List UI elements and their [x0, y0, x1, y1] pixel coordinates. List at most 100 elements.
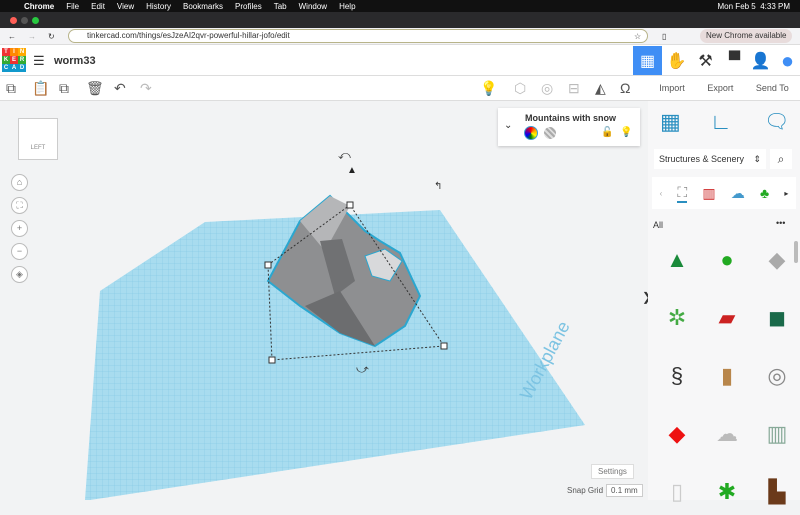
menu-profiles[interactable]: Profiles — [235, 2, 262, 11]
snap-grid-control: Snap Grid 0.1 mm — [567, 484, 643, 497]
workplane-svg[interactable]: Workplane ⤺ ▲ ⤻ ↰ — [0, 101, 648, 500]
hole-swatch-button[interactable] — [544, 127, 556, 139]
category-buildings-icon[interactable]: ▥ — [702, 185, 715, 202]
design-list-icon[interactable]: ☰ — [33, 53, 45, 69]
shape-skull-rock[interactable]: ☁ — [704, 411, 750, 457]
magnet-icon[interactable]: Ω — [620, 80, 630, 96]
fit-view-button[interactable]: ⛶ — [11, 197, 28, 214]
close-window-button[interactable] — [10, 17, 17, 24]
lock-icon[interactable]: 🔓 — [601, 127, 613, 138]
category-vehicles-icon[interactable]: ☁ — [731, 185, 745, 202]
import-button[interactable]: Import — [659, 83, 685, 93]
lego-button[interactable]: ▀ — [720, 46, 749, 75]
menu-edit[interactable]: Edit — [91, 2, 105, 11]
shape-palm[interactable]: ✱ — [704, 469, 750, 515]
rotate-handle-icon[interactable]: ⤺ — [338, 148, 351, 162]
notes-tool-icon[interactable]: 🗨 — [764, 109, 789, 134]
zoom-out-button[interactable]: − — [11, 243, 28, 260]
menu-app[interactable]: Chrome — [24, 2, 54, 11]
ortho-view-button[interactable]: ◈ — [11, 266, 28, 283]
mac-menubar: Chrome File Edit View History Bookmarks … — [0, 0, 800, 12]
back-icon[interactable]: ← — [8, 32, 16, 41]
copy-icon[interactable]: ⧉ — [6, 80, 16, 97]
shape-manhole[interactable]: ◎ — [754, 353, 800, 399]
minecraft-button[interactable]: ⚒ — [691, 46, 720, 75]
rotate-handle-icon[interactable]: ⤻ — [356, 362, 369, 376]
duplicate-icon[interactable]: ⧉ — [59, 80, 69, 97]
codeblocks-button[interactable]: ✋ — [662, 46, 691, 75]
menu-window[interactable]: Window — [299, 2, 327, 11]
menu-view[interactable]: View — [117, 2, 134, 11]
home-view-button[interactable]: ⌂ — [11, 174, 28, 191]
zoom-window-button[interactable] — [32, 17, 39, 24]
invite-user-button[interactable]: 👤 — [746, 46, 775, 75]
3d-design-view-button[interactable]: ▦ — [633, 46, 662, 75]
tinkercad-logo[interactable]: TIN KER CAD — [2, 48, 26, 72]
sidepanel-icon[interactable]: ▯ — [662, 32, 666, 41]
shape-grass-block[interactable]: ◼ — [754, 295, 800, 341]
shape-chair[interactable]: ▙ — [754, 469, 800, 515]
shape-log[interactable]: ▮ — [704, 353, 750, 399]
collapse-chevron-icon[interactable]: ⌄ — [504, 120, 512, 131]
menu-file[interactable]: File — [66, 2, 79, 11]
search-button[interactable]: ⌕ — [770, 149, 792, 169]
menu-help[interactable]: Help — [339, 2, 355, 11]
shape-category-select[interactable]: Structures & Scenery ⇕ — [654, 149, 766, 169]
category-trees-icon[interactable]: ♣ — [760, 185, 769, 201]
menu-tab[interactable]: Tab — [274, 2, 287, 11]
avatar[interactable]: ● — [773, 46, 800, 75]
shape-tower[interactable]: ▥ — [754, 411, 800, 457]
workplane-tool-icon[interactable]: ▦ — [660, 109, 681, 135]
more-options-button[interactable]: ••• — [776, 218, 785, 228]
panel-scrollbar[interactable] — [794, 241, 798, 263]
minimize-window-button[interactable] — [21, 17, 28, 24]
3d-viewport[interactable]: Workplane ⤺ ▲ ⤻ ↰ — [0, 101, 648, 500]
ungroup-icon[interactable]: ◎ — [541, 80, 553, 97]
color-swatch-button[interactable] — [524, 126, 538, 140]
shape-pine-tree[interactable]: ▲ — [654, 237, 700, 283]
design-title[interactable]: worm33 — [54, 55, 96, 67]
reload-icon[interactable]: ↻ — [48, 32, 55, 41]
logo-letter: K — [2, 56, 10, 64]
shape-inspector: ⌄ Mountains with snow 🔓 💡 — [498, 108, 640, 146]
group-icon[interactable]: ⬡ — [514, 80, 526, 97]
paste-icon[interactable]: 📋 — [32, 80, 49, 97]
mirror-icon[interactable]: ◭ — [595, 80, 606, 97]
logo-letter: T — [2, 48, 10, 56]
carousel-prev-icon[interactable]: ‹ — [660, 189, 663, 198]
carousel-next-icon[interactable]: ▸ — [784, 189, 788, 198]
send-to-button[interactable]: Send To — [756, 83, 789, 93]
clock[interactable]: Mon Feb 5 4:33 PM — [718, 2, 790, 11]
menu-bookmarks[interactable]: Bookmarks — [183, 2, 223, 11]
section-label: All — [653, 220, 664, 230]
menu-history[interactable]: History — [146, 2, 171, 11]
home-icon: ⌂ — [16, 177, 23, 187]
ruler-icon[interactable]: ↰ — [434, 181, 442, 192]
redo-icon[interactable]: ↷ — [140, 80, 152, 97]
export-button[interactable]: Export — [707, 83, 733, 93]
shape-brick-wall[interactable]: ▰ — [704, 295, 750, 341]
category-all-icon[interactable]: ⛶ — [677, 184, 688, 203]
forward-icon[interactable]: → — [28, 32, 36, 41]
shape-snowy-pine[interactable]: ✲ — [654, 295, 700, 341]
shape-door[interactable]: ▯ — [654, 469, 700, 515]
settings-button[interactable]: Settings — [591, 464, 634, 479]
undo-icon[interactable]: ↶ — [114, 80, 126, 97]
delete-icon[interactable]: 🗑 — [86, 80, 104, 97]
view-cube[interactable]: LEFT — [18, 118, 58, 160]
shape-spring[interactable]: § — [654, 353, 700, 399]
align-icon[interactable]: ⊟ — [568, 80, 580, 97]
zoom-in-button[interactable]: + — [11, 220, 28, 237]
ruler-tool-icon[interactable]: ∟ — [710, 109, 732, 135]
grid-icon: ▦ — [639, 52, 656, 70]
update-chrome-button[interactable]: New Chrome available — [700, 29, 793, 43]
lift-arrow-icon[interactable]: ▲ — [347, 165, 357, 176]
shape-round-tree[interactable]: ● — [704, 237, 750, 283]
url-input[interactable]: tinkercad.com/things/esJzeAI2qvr-powerfu… — [68, 29, 648, 43]
shape-name[interactable]: Mountains with snow — [525, 113, 616, 123]
visibility-bulb-icon[interactable]: 💡 — [620, 127, 632, 138]
lightbulb-icon[interactable]: 💡 — [480, 80, 497, 97]
bookmark-star-icon[interactable]: ☆ — [634, 32, 641, 41]
shape-red-tile[interactable]: ◆ — [654, 411, 700, 457]
snap-grid-select[interactable]: 0.1 mm — [606, 484, 643, 497]
